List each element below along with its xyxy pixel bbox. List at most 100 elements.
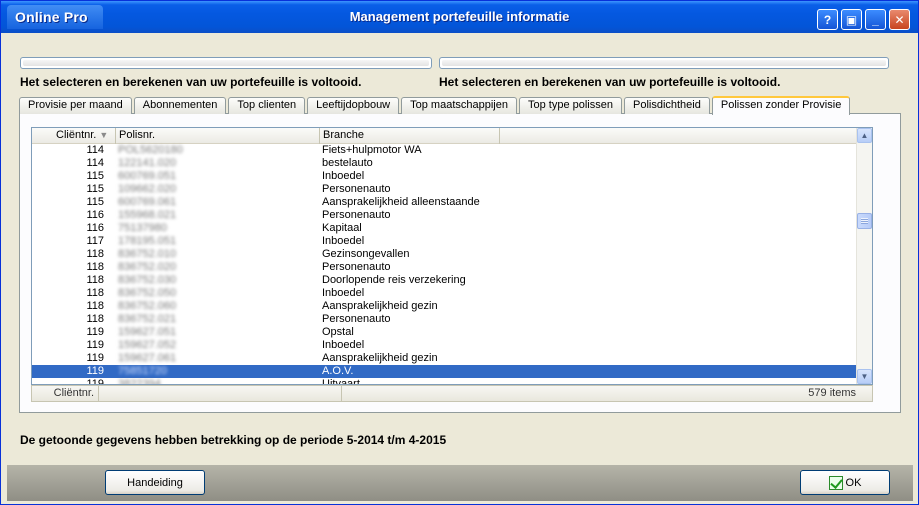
cell-polis: 836752.020 (118, 261, 177, 273)
scroll-thumb[interactable] (857, 213, 872, 229)
cell-client: 119 (86, 352, 104, 364)
table-row[interactable]: 118 836752.060 Aansprakelijkheid gezin (32, 300, 857, 313)
cell-branche: Inboedel (322, 235, 365, 247)
tab-polisdichtheid[interactable]: Polisdichtheid (623, 97, 710, 114)
cell-polis: 159627.052 (118, 339, 177, 351)
table-row[interactable]: 118 836752.010 Gezinsongevallen (32, 248, 857, 261)
footer-filter-cell[interactable] (99, 386, 342, 401)
cell-client: 119 (86, 339, 104, 351)
main-window: Online Pro Management portefeuille infor… (0, 0, 919, 505)
tab-abonnementen[interactable]: Abonnementen (133, 97, 227, 114)
tab-top-type-polissen[interactable]: Top type polissen (518, 97, 622, 114)
grid-header: Cliëntnr. ▼ Polisnr. Branche (32, 128, 857, 144)
cell-client: 117 (86, 235, 104, 247)
cell-branche: bestelauto (322, 157, 373, 169)
cell-polis: 836752.030 (118, 274, 177, 286)
grid-rows: 114 POL5620180 Fiets+hulpmotor WA 114 122141… (32, 144, 857, 385)
column-header-client-label: Cliëntnr. (56, 129, 97, 141)
scroll-down-icon[interactable]: ▼ (857, 369, 872, 384)
cell-client: 116 (86, 209, 104, 221)
restore-icon[interactable]: ▣ (841, 9, 862, 30)
tab-top-clienten[interactable]: Top clienten (228, 97, 306, 114)
cell-branche: A.O.V. (322, 365, 354, 377)
status-text-left: Het selecteren en berekenen van uw porte… (20, 75, 362, 89)
cell-polis: 109662.020 (118, 183, 177, 195)
cell-client: 115 (86, 170, 104, 182)
table-row[interactable]: 115 109662.020 Personenauto (32, 183, 857, 196)
sort-down-arrow-icon: ▼ (99, 130, 109, 140)
cell-branche: Personenauto (322, 261, 391, 273)
cell-branche: Personenauto (322, 209, 391, 221)
table-row[interactable]: 118 836752.020 Personenauto (32, 261, 857, 274)
cell-client: 114 (86, 144, 104, 156)
close-icon[interactable]: ✕ (889, 9, 910, 30)
cell-polis: 159627.051 (118, 326, 177, 338)
table-row[interactable]: 116 75137980 Kapitaal (32, 222, 857, 235)
table-row[interactable]: 115 600769.061 Aansprakelijkheid alleensta… (32, 196, 857, 209)
scroll-up-icon[interactable]: ▲ (857, 128, 872, 143)
grid-footer: Cliëntnr. 579 items (31, 385, 873, 402)
table-row[interactable]: 119 159627.052 Inboedel (32, 339, 857, 352)
cell-polis: 75851720 (118, 365, 167, 377)
tab-polissen-zonder-provisie[interactable]: Polissen zonder Provisie (711, 96, 851, 115)
cell-branche: Inboedel (322, 339, 365, 351)
cell-polis: 3822394 (118, 378, 161, 385)
column-header-polis[interactable]: Polisnr. (116, 128, 320, 144)
period-info-text: De getoonde gegevens hebben betrekking o… (20, 433, 447, 447)
cell-branche: Personenauto (322, 183, 391, 195)
cell-client: 119 (86, 365, 104, 377)
manual-button[interactable]: Handeiding (105, 470, 205, 495)
manual-button-label: Handeiding (127, 476, 183, 489)
cell-client: 119 (86, 378, 104, 385)
column-header-branche[interactable]: Branche (320, 128, 500, 144)
cell-polis: 836752.021 (118, 313, 177, 325)
ok-button[interactable]: OK (800, 470, 890, 495)
cell-branche: Personenauto (322, 313, 391, 325)
tab-strip: Provisie per maand Abonnementen Top clie… (19, 96, 852, 115)
minimize-icon[interactable]: _ (865, 9, 886, 30)
tab-provisie-per-maand[interactable]: Provisie per maand (19, 97, 132, 114)
table-row[interactable]: 118 836752.050 Inboedel (32, 287, 857, 300)
cell-branche: Fiets+hulpmotor WA (322, 144, 422, 156)
cell-polis: 600769.051 (118, 170, 177, 182)
progress-bar-left (20, 57, 432, 69)
cell-branche: Kapitaal (322, 222, 362, 234)
cell-polis: 75137980 (118, 222, 167, 234)
cell-client: 118 (86, 287, 104, 299)
cell-branche: Gezinsongevallen (322, 248, 410, 260)
table-row[interactable]: 118 836752.030 Doorlopende reis verzekerin… (32, 274, 857, 287)
table-row[interactable]: 117 178195.051 Inboedel (32, 235, 857, 248)
cell-polis: 159627.061 (118, 352, 177, 364)
cell-client: 118 (86, 261, 104, 273)
cell-client: 115 (86, 183, 104, 195)
cell-client: 116 (86, 222, 104, 234)
cell-polis: 836752.050 (118, 287, 177, 299)
table-row[interactable]: 119 159627.061 Aansprakelijkheid gezin (32, 352, 857, 365)
table-row[interactable]: 116 155968.021 Personenauto (32, 209, 857, 222)
tab-top-maatschappijen[interactable]: Top maatschappijen (401, 97, 517, 114)
cell-branche: Aansprakelijkheid alleenstaande (322, 196, 480, 208)
help-icon[interactable]: ? (817, 9, 838, 30)
cell-polis: 600769.061 (118, 196, 177, 208)
cell-polis: 836752.060 (118, 300, 177, 312)
table-row[interactable]: 118 836752.021 Personenauto (32, 313, 857, 326)
cell-branche: Opstal (322, 326, 354, 338)
cell-branche: Inboedel (322, 287, 365, 299)
progress-bar-right (439, 57, 889, 69)
table-row[interactable]: 119 3822394 Uitvaart (32, 378, 857, 385)
table-row[interactable]: 119 75851720 A.O.V. (32, 365, 857, 378)
table-row[interactable]: 115 600769.051 Inboedel (32, 170, 857, 183)
footer-column-label: Cliëntnr. (32, 386, 99, 401)
table-row[interactable]: 119 159627.051 Opstal (32, 326, 857, 339)
cell-polis: 178195.051 (118, 235, 177, 247)
cell-client: 114 (86, 157, 104, 169)
vertical-scrollbar[interactable]: ▲ ▼ (856, 128, 872, 384)
cell-polis: 155968.021 (118, 209, 177, 221)
column-header-client[interactable]: Cliëntnr. ▼ (32, 128, 116, 144)
tab-leeftijdopbouw[interactable]: Leeftijdopbouw (307, 97, 400, 114)
title-bar[interactable]: Online Pro Management portefeuille infor… (1, 1, 918, 33)
table-row[interactable]: 114 POL5620180 Fiets+hulpmotor WA (32, 144, 857, 157)
policy-grid[interactable]: Cliëntnr. ▼ Polisnr. Branche 114 POL56201… (31, 127, 873, 385)
cell-polis: 122141.020 (118, 157, 177, 169)
table-row[interactable]: 114 122141.020 bestelauto (32, 157, 857, 170)
